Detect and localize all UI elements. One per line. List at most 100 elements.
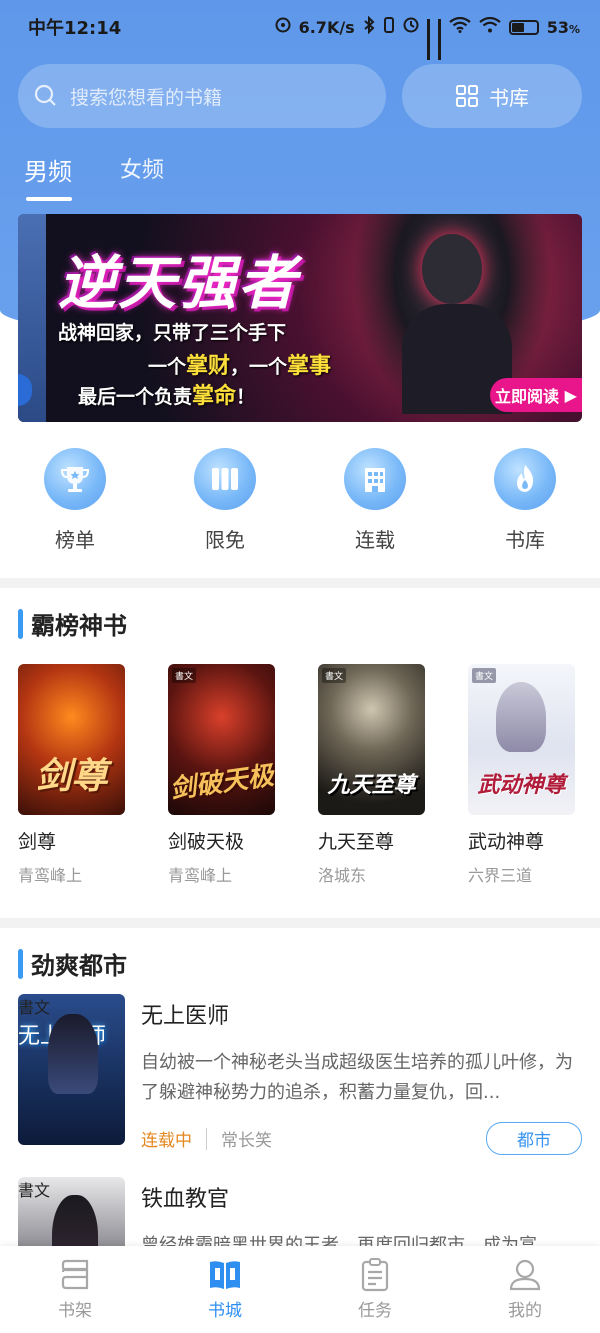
- nav-label: 书城: [208, 1301, 242, 1321]
- quick-nav-label: 书库: [505, 528, 545, 552]
- quick-nav-label: 连载: [355, 528, 395, 552]
- serial-status: 连载中: [141, 1131, 192, 1151]
- book-description: 自幼被一个神秘老头当成超级医生培养的孤儿叶修，为了躲避神秘势力的追杀，积蓄力量复…: [141, 1052, 573, 1103]
- search-icon: [34, 84, 56, 106]
- book-cover: 書文 剑破天极: [168, 664, 275, 815]
- bluetooth-icon: [363, 15, 375, 38]
- status-bar: 中午12:14 6.7K/s 53%: [0, 0, 600, 60]
- cover-figure: [48, 1014, 98, 1094]
- section-title-dushi: 劲爽都市: [18, 946, 127, 981]
- quick-nav-label: 榜单: [55, 528, 95, 552]
- nav-bookstore[interactable]: 书城: [150, 1246, 300, 1333]
- quick-nav-free[interactable]: 限免: [150, 448, 300, 553]
- book-author: 洛城东: [318, 866, 367, 885]
- bookshelf-icon: [61, 1259, 89, 1290]
- nav-label: 我的: [508, 1301, 542, 1321]
- signal-icon-1: [426, 19, 430, 60]
- search-input[interactable]: 搜索您想看的书籍: [18, 64, 386, 128]
- book-meta: 连载中 常长笑 都市: [141, 1122, 582, 1155]
- book-author: 青鸾峰上: [18, 866, 83, 885]
- quick-nav: 榜单 限免 连载 书库: [0, 448, 600, 553]
- bottom-nav: 书架 书城 任务 我的: [0, 1246, 600, 1333]
- book-cover: 剑尊: [18, 664, 125, 815]
- trophy-icon: [44, 448, 106, 510]
- book-cover: 書文 九天至尊: [318, 664, 425, 815]
- battery-icon: [508, 19, 539, 35]
- banner-line-1: 战神回家，只带了三个手下: [58, 322, 287, 344]
- nav-bookshelf[interactable]: 书架: [0, 1246, 150, 1333]
- cover-title: 九天至尊: [327, 773, 416, 798]
- banner-title: 逆天强者: [58, 249, 299, 317]
- flame-icon: [494, 448, 556, 510]
- vibrate-icon: [383, 16, 395, 38]
- nav-label: 任务: [358, 1301, 392, 1321]
- grid-icon: [456, 85, 478, 107]
- nav-tasks[interactable]: 任务: [300, 1246, 450, 1333]
- nav-profile[interactable]: 我的: [450, 1246, 600, 1333]
- quick-nav-label: 限免: [205, 528, 245, 552]
- quick-nav-library[interactable]: 书库: [450, 448, 600, 553]
- book-cover: 書文 无上医师: [18, 994, 125, 1145]
- book-author: 常长笑: [221, 1131, 272, 1151]
- book-card[interactable]: 書文 九天至尊 九天至尊 洛城东: [318, 664, 425, 886]
- user-icon: [509, 1259, 541, 1291]
- book-row: 剑尊 剑尊 青鸾峰上 書文 剑破天极 剑破天极 青鸾峰上 書文 九天至尊 九天至…: [18, 664, 600, 886]
- signal-icon-2: [437, 19, 441, 60]
- bookstore-icon: [210, 1261, 240, 1289]
- section-divider: [0, 578, 600, 588]
- banner-line-2: 一个掌财，一个掌事: [148, 354, 332, 379]
- section-title-text: 霸榜神书: [31, 612, 127, 640]
- status-time: 中午12:14: [28, 18, 122, 39]
- tab-female[interactable]: 女频: [120, 152, 164, 201]
- book-author: 六界三道: [468, 866, 533, 885]
- publisher-badge: 書文: [18, 1181, 51, 1200]
- library-button-label: 书库: [489, 85, 529, 110]
- tab-male[interactable]: 男频: [24, 152, 72, 201]
- publisher-badge: 書文: [172, 668, 197, 683]
- quick-nav-rankings[interactable]: 榜单: [0, 448, 150, 553]
- battery-level: 53%: [546, 17, 580, 37]
- section-divider: [0, 918, 600, 928]
- publisher-badge: 書文: [322, 668, 347, 683]
- nav-label: 书架: [58, 1301, 92, 1321]
- list-item-info: 无上医师 自幼被一个神秘老头当成超级医生培养的孤儿叶修，为了躲避神秘势力的追杀，…: [141, 994, 582, 1155]
- meta-separator: [206, 1127, 207, 1150]
- banner-line-3: 最后一个负责掌命！: [78, 384, 256, 409]
- book-author: 青鸾峰上: [168, 866, 233, 885]
- library-button[interactable]: 书库: [402, 64, 582, 128]
- building-icon: [344, 448, 406, 510]
- book-card[interactable]: 書文 剑破天极 剑破天极 青鸾峰上: [168, 664, 275, 886]
- cover-title: 武动神尊: [477, 773, 566, 798]
- cover-figure: [496, 682, 546, 752]
- wifi-icon-2: [479, 16, 501, 37]
- gender-tabs: 男频 女频: [24, 152, 164, 201]
- book-title: 九天至尊: [318, 831, 395, 853]
- wifi-icon: [449, 16, 471, 37]
- publisher-badge: 書文: [18, 998, 51, 1017]
- book-card[interactable]: 書文 武动神尊 武动神尊 六界三道: [468, 664, 575, 886]
- quick-nav-serial[interactable]: 连载: [300, 448, 450, 553]
- alarm-icon: [275, 17, 291, 37]
- publisher-badge: 書文: [472, 668, 497, 683]
- read-now-button[interactable]: 立即阅读 ▶: [490, 378, 582, 412]
- banner-prev-peek: [18, 214, 46, 422]
- promo-banner[interactable]: 逆天强者 战神回家，只带了三个手下 一个掌财，一个掌事 最后一个负责掌命！ 立即…: [18, 214, 582, 422]
- dnd-icon: [403, 17, 419, 37]
- clipboard-icon: [361, 1258, 389, 1292]
- book-cover: 書文 武动神尊: [468, 664, 575, 815]
- section-accent-bar: [18, 948, 23, 979]
- cover-title: 剑尊: [35, 756, 108, 797]
- book-title: 剑破天极: [168, 831, 245, 853]
- book-stack-icon: [194, 448, 256, 510]
- genre-tag[interactable]: 都市: [486, 1122, 582, 1155]
- book-title: 铁血教官: [141, 1187, 230, 1212]
- search-placeholder: 搜索您想看的书籍: [70, 86, 223, 109]
- cover-title: 剑破天极: [168, 760, 275, 806]
- list-item[interactable]: 書文 无上医师 无上医师 自幼被一个神秘老头当成超级医生培养的孤儿叶修，为了躲避…: [18, 994, 582, 1155]
- status-icons: 6.7K/s 53%: [275, 15, 580, 60]
- book-title: 剑尊: [18, 831, 57, 853]
- search-row: 搜索您想看的书籍 书库: [18, 64, 582, 128]
- book-title: 武动神尊: [468, 831, 545, 853]
- book-card[interactable]: 剑尊 剑尊 青鸾峰上: [18, 664, 125, 886]
- net-speed: 6.7K/s: [298, 17, 355, 37]
